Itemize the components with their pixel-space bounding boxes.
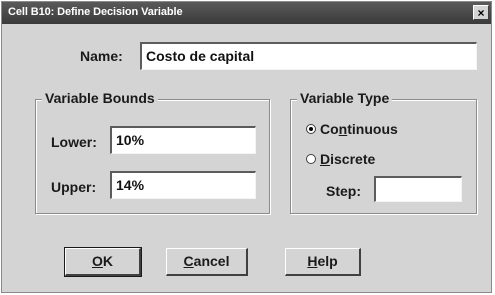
step-input[interactable]: [374, 176, 462, 202]
variable-bounds-title: Variable Bounds: [42, 90, 158, 106]
close-icon[interactable]: ×: [473, 5, 489, 20]
lower-bound-input[interactable]: 10%: [110, 126, 256, 154]
help-button[interactable]: Help: [285, 248, 361, 276]
define-decision-variable-dialog: Cell B10: Define Decision Variable × Nam…: [1, 1, 492, 293]
radio-selected-icon[interactable]: [306, 123, 316, 134]
lower-label: Lower:: [51, 134, 97, 150]
cancel-button[interactable]: Cancel: [166, 248, 248, 276]
variable-type-title: Variable Type: [297, 90, 393, 106]
continuous-radio[interactable]: Continuous: [306, 120, 398, 138]
name-input[interactable]: Costo de capital: [140, 42, 477, 70]
name-label: Name:: [80, 48, 123, 64]
radio-unselected-icon[interactable]: [306, 153, 316, 164]
window-title: Cell B10: Define Decision Variable: [8, 6, 183, 18]
title-bar[interactable]: Cell B10: Define Decision Variable ×: [2, 2, 491, 24]
step-label: Step:: [326, 183, 361, 199]
ok-button[interactable]: OK: [64, 247, 142, 277]
discrete-label: Discrete: [320, 150, 376, 167]
discrete-radio[interactable]: Discrete: [306, 150, 375, 168]
upper-bound-input[interactable]: 14%: [110, 171, 256, 199]
continuous-label: Continuous: [320, 120, 398, 137]
upper-label: Upper:: [51, 179, 97, 195]
